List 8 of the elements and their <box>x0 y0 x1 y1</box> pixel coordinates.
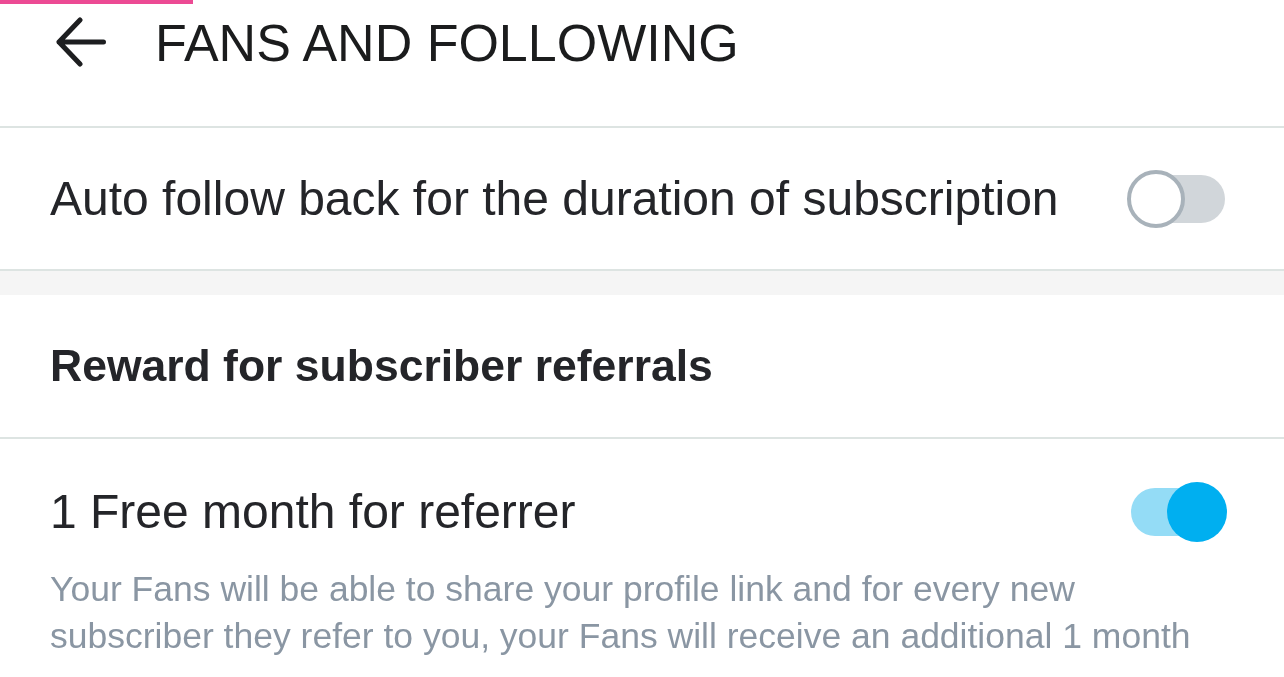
back-button[interactable] <box>56 17 106 67</box>
setting-label: Auto follow back for the duration of subscription <box>50 170 1059 227</box>
setting-description: Your Fans will be able to share your profile link and for every new subscriber they refer to you, your Fans will receive an additional 1 month <box>50 568 1192 658</box>
back-arrow-icon <box>56 17 106 67</box>
section-heading: Reward for subscriber referrals <box>50 340 713 392</box>
toggle-switch[interactable] <box>1127 168 1227 229</box>
setting-label: 1 Free month for referrer <box>50 484 576 540</box>
page-title: FANS AND FOLLOWING <box>155 17 739 69</box>
